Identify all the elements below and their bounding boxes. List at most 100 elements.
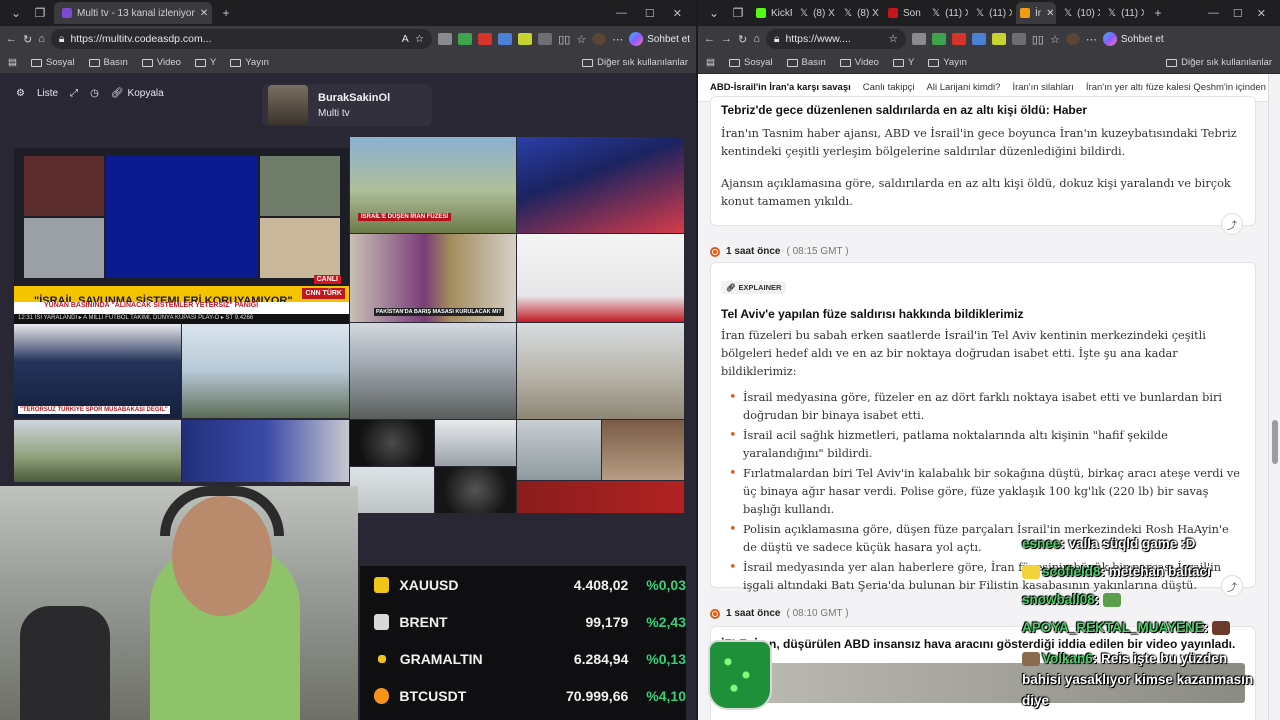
tab-multitv[interactable]: Multi tv - 13 kanal izleniyor ✕ — [54, 2, 212, 24]
timer-button[interactable]: ◷ — [90, 88, 99, 99]
tab-close-icon[interactable]: ✕ — [1046, 8, 1054, 19]
close-window-icon[interactable]: ✕ — [673, 7, 682, 20]
bookmark-folder[interactable]: Basın — [786, 57, 826, 68]
reload-icon[interactable]: ↻ — [23, 33, 32, 46]
forward-arrow-icon[interactable]: → — [721, 33, 732, 45]
profile-avatar[interactable] — [592, 33, 607, 45]
bookmark-folder[interactable]: Y — [892, 57, 914, 68]
bookmark-folder[interactable]: Yayın — [928, 57, 967, 68]
bookmark-menu-icon[interactable]: ▤ — [706, 57, 715, 68]
video-tile[interactable] — [517, 420, 601, 480]
channel-profile-card[interactable]: BurakSakinOl Multi tv — [262, 84, 432, 126]
new-tab-plus-icon[interactable]: + — [216, 3, 236, 23]
maximize-icon[interactable]: ☐ — [1233, 7, 1243, 20]
maximize-icon[interactable]: ☐ — [645, 7, 655, 20]
back-arrow-icon[interactable]: ← — [6, 33, 17, 45]
video-tile[interactable]: İSRAİL'E DÜŞEN İRAN FÜZESİ — [350, 137, 516, 233]
minimize-icon[interactable]: — — [1208, 7, 1219, 20]
video-tile[interactable] — [435, 467, 516, 513]
list-button[interactable]: Liste — [37, 88, 58, 99]
more-menu-icon[interactable]: ⋯ — [1086, 33, 1097, 46]
topic-link-current[interactable]: ABD-İsrail'in İran'a karşı savaşı — [710, 82, 851, 93]
bookmark-menu-icon[interactable]: ▤ — [8, 57, 17, 68]
bookmark-folder[interactable]: Sosyal — [728, 57, 773, 68]
more-menu-icon[interactable]: ⋯ — [612, 33, 623, 46]
tab[interactable]: Son d — [884, 2, 924, 24]
extension-icon[interactable] — [991, 33, 1006, 45]
video-tile[interactable] — [182, 420, 349, 482]
share-icon[interactable]: ⤴ — [1221, 213, 1243, 235]
workspaces-icon[interactable]: ❐ — [728, 3, 748, 23]
extension-icon[interactable] — [518, 33, 533, 45]
topic-link[interactable]: Canlı takipçi — [863, 82, 915, 93]
extension-icon[interactable] — [931, 33, 946, 45]
bookmark-folder[interactable]: Y — [194, 57, 216, 68]
favorite-star-icon[interactable]: ☆ — [415, 33, 424, 45]
workspaces-icon[interactable]: ❐ — [30, 3, 50, 23]
other-bookmarks[interactable]: Diğer sık kullanılanlar — [1166, 57, 1272, 68]
home-icon[interactable]: ⌂ — [38, 33, 45, 45]
tab-list-chevron-icon[interactable]: ⌄ — [6, 3, 26, 23]
video-tile-main-news[interactable]: CANLI — [14, 148, 349, 286]
back-arrow-icon[interactable]: ← — [704, 33, 715, 45]
video-tile[interactable] — [517, 234, 684, 322]
favorites-icon[interactable]: ☆ — [1050, 33, 1060, 46]
topic-link[interactable]: İran'ın silahları — [1012, 82, 1073, 93]
tab[interactable]: 𝕏 (8) X — [840, 2, 880, 24]
tab-list-chevron-icon[interactable]: ⌄ — [704, 3, 724, 23]
video-tile[interactable] — [14, 420, 181, 482]
tab[interactable]: 𝕏 (10) X — [1060, 2, 1100, 24]
topic-link[interactable]: Ali Larijani kimdi? — [927, 82, 1001, 93]
tab[interactable]: 𝕏 (8) X — [796, 2, 836, 24]
home-icon[interactable]: ⌂ — [753, 33, 760, 45]
video-tile-speaker[interactable]: "TERÖRSÜZ TÜRKİYE SPOR MÜSABAKASI DEĞİL" — [14, 324, 181, 418]
video-tile[interactable] — [350, 467, 434, 513]
tab[interactable]: 𝕏 (11) X — [1104, 2, 1144, 24]
bookmark-folder[interactable]: Basın — [88, 57, 128, 68]
copy-button[interactable]: 🔗︎ Kopyala — [111, 88, 164, 99]
extension-icon[interactable] — [538, 33, 553, 45]
video-tile[interactable] — [350, 420, 434, 466]
copilot-button[interactable]: Sohbet et — [629, 32, 690, 46]
bookmark-folder[interactable]: Video — [141, 57, 181, 68]
extension-icon[interactable] — [911, 33, 926, 45]
minimize-icon[interactable]: — — [616, 7, 627, 20]
tab-close-icon[interactable]: ✕ — [200, 8, 208, 19]
video-tile-cityscape[interactable] — [517, 323, 684, 419]
fullscreen-button[interactable]: ⤢ — [70, 88, 78, 99]
extension-icon[interactable] — [1011, 33, 1026, 45]
address-bar[interactable]: 🔒︎ https://multitv.codeasdp.com... A ☆ — [50, 29, 433, 49]
video-tile[interactable] — [517, 481, 684, 513]
address-bar[interactable]: 🔒︎ https://www.... ☆ — [765, 29, 906, 49]
extension-icon[interactable] — [458, 33, 473, 45]
bookmark-folder[interactable]: Video — [839, 57, 879, 68]
video-tile[interactable] — [517, 137, 684, 233]
favorites-icon[interactable]: ☆ — [576, 33, 586, 46]
extension-icon[interactable] — [971, 33, 986, 45]
video-tile[interactable]: PAKİSTAN'DA BARIŞ MASASI KURULACAK MI? — [350, 234, 516, 322]
video-tile[interactable] — [602, 420, 684, 480]
video-tile[interactable] — [182, 324, 349, 418]
bookmark-folder[interactable]: Yayın — [230, 57, 269, 68]
split-screen-icon[interactable]: ▯▯ — [1032, 33, 1044, 46]
bookmark-folder[interactable]: Sosyal — [30, 57, 75, 68]
tab-active[interactable]: İr ✕ — [1016, 2, 1056, 24]
extension-icon[interactable] — [478, 33, 493, 45]
reload-icon[interactable]: ↻ — [738, 33, 747, 46]
favorite-star-icon[interactable]: ☆ — [888, 33, 897, 45]
tab[interactable]: 𝕏 (11) X — [928, 2, 968, 24]
other-bookmarks[interactable]: Diğer sık kullanılanlar — [582, 57, 688, 68]
topic-link[interactable]: İran'ın yer altı füze kalesi Qeshm'in iç… — [1086, 82, 1268, 93]
new-tab-plus-icon[interactable]: + — [1148, 3, 1168, 23]
profile-avatar[interactable] — [1065, 33, 1080, 45]
tab[interactable]: KickP — [752, 2, 792, 24]
extension-icon[interactable] — [951, 33, 966, 45]
copilot-button[interactable]: Sohbet et — [1102, 32, 1164, 46]
scrollbar-thumb[interactable] — [1272, 420, 1278, 464]
tab[interactable]: 𝕏 (11) X — [972, 2, 1012, 24]
split-screen-icon[interactable]: ▯▯ — [558, 33, 570, 46]
close-window-icon[interactable]: ✕ — [1257, 7, 1266, 20]
extension-icon[interactable] — [498, 33, 513, 45]
video-tile-cityscape[interactable] — [350, 323, 516, 419]
video-tile[interactable] — [435, 420, 516, 466]
